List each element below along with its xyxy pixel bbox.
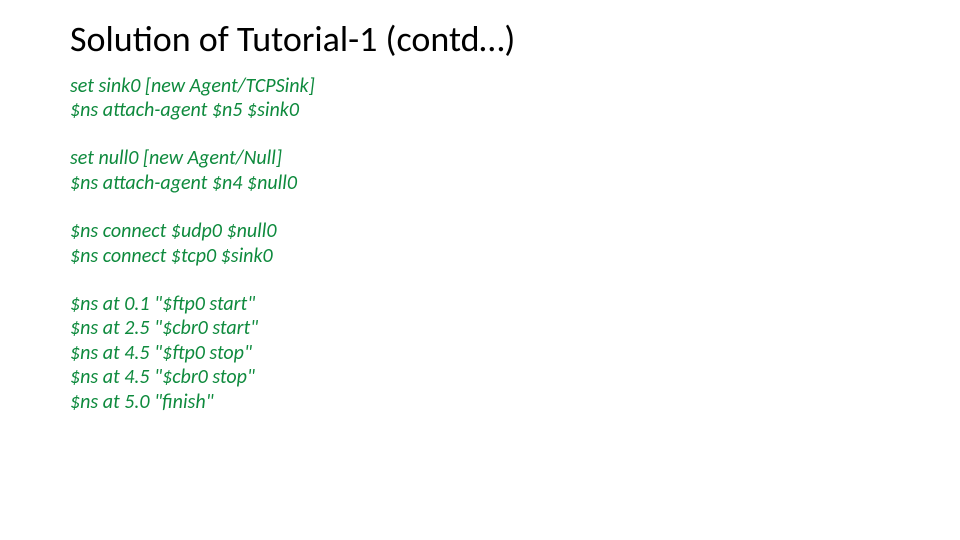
code-line: $ns at 4.5 "$cbr0 stop" <box>70 365 960 389</box>
code-group-3: $ns at 0.1 "$ftp0 start" $ns at 2.5 "$cb… <box>70 292 960 414</box>
code-line: $ns connect $udp0 $null0 <box>70 219 960 243</box>
code-line: $ns connect $tcp0 $sink0 <box>70 244 960 268</box>
code-line: set null0 [new Agent/Null] <box>70 146 960 170</box>
code-group-2: $ns connect $udp0 $null0 $ns connect $tc… <box>70 219 960 268</box>
code-line: $ns attach-agent $n5 $sink0 <box>70 98 960 122</box>
slide-container: Solution of Tutorial-1 (contd…) set sink… <box>0 0 960 540</box>
slide-title: Solution of Tutorial-1 (contd…) <box>70 20 960 60</box>
code-line: $ns at 4.5 "$ftp0 stop" <box>70 341 960 365</box>
code-line: set sink0 [new Agent/TCPSink] <box>70 74 960 98</box>
code-line: $ns at 5.0 "finish" <box>70 390 960 414</box>
code-line: $ns attach-agent $n4 $null0 <box>70 171 960 195</box>
code-line: $ns at 0.1 "$ftp0 start" <box>70 292 960 316</box>
code-group-0: set sink0 [new Agent/TCPSink] $ns attach… <box>70 74 960 123</box>
code-line: $ns at 2.5 "$cbr0 start" <box>70 316 960 340</box>
code-group-1: set null0 [new Agent/Null] $ns attach-ag… <box>70 146 960 195</box>
